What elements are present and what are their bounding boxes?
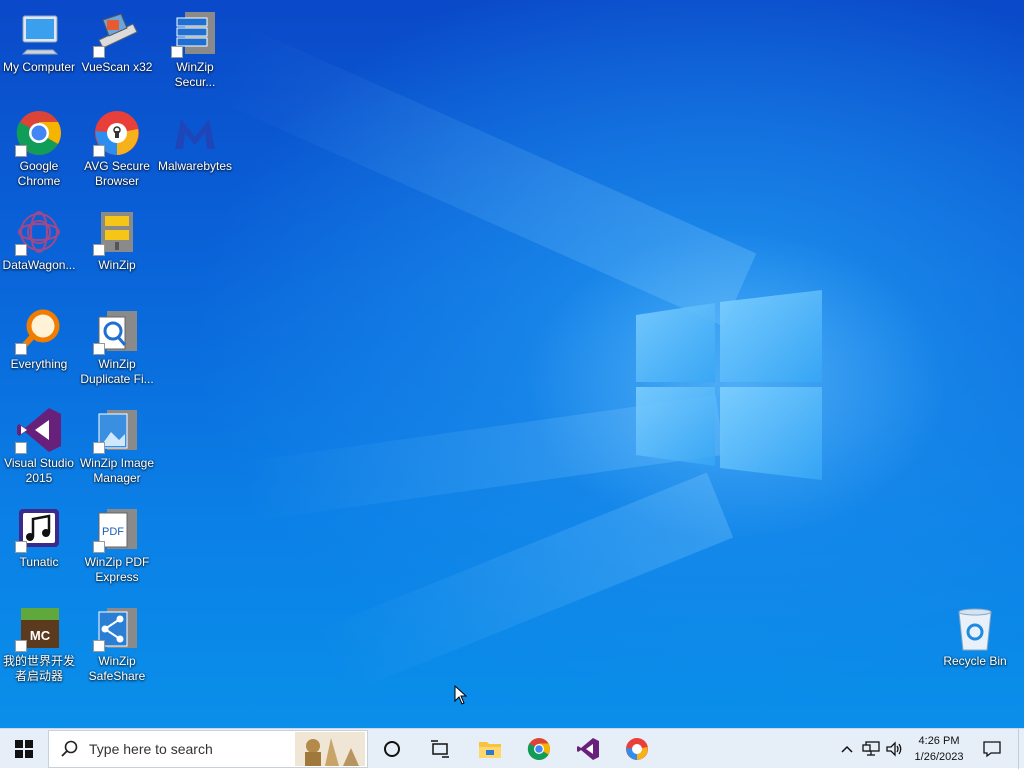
task-view-icon [431, 740, 449, 758]
search-highlight-image-icon [295, 732, 365, 766]
taskbar-file-explorer[interactable] [467, 729, 513, 769]
cortana-button[interactable] [370, 729, 414, 769]
show-desktop-button[interactable] [1018, 729, 1024, 769]
desktop-icon-winzip-duplicate[interactable]: WinZip Duplicate Fi... [78, 301, 156, 387]
desktop-icon-winzip[interactable]: WinZip [78, 202, 156, 273]
desktop-icon-avg-secure-browser[interactable]: AVG Secure Browser [78, 103, 156, 189]
chrome-icon [15, 109, 63, 157]
network-button[interactable] [860, 729, 882, 769]
scanner-icon [93, 10, 141, 58]
search-box[interactable]: Type here to search [48, 730, 368, 768]
search-icon [61, 740, 78, 757]
search-placeholder: Type here to search [89, 741, 213, 757]
notification-icon [983, 741, 1001, 758]
mouse-cursor-icon [454, 685, 468, 705]
clock[interactable]: 4:26 PM 1/26/2023 [908, 729, 970, 769]
monitor-icon [15, 10, 63, 58]
desktop-icon-winzip-safeshare[interactable]: WinZip SafeShare [78, 598, 156, 684]
desktop-icon-winzip-image-manager[interactable]: WinZip Image Manager [78, 400, 156, 486]
malwarebytes-icon [171, 109, 219, 157]
chevron-up-icon [841, 745, 853, 753]
svg-text:PDF: PDF [102, 526, 124, 538]
winzip-image-icon [93, 406, 141, 454]
show-hidden-icons-button[interactable] [836, 729, 858, 769]
file-explorer-icon [479, 742, 501, 758]
action-center-button[interactable] [976, 729, 1008, 769]
desktop-icon-google-chrome[interactable]: Google Chrome [0, 103, 78, 189]
desktop[interactable]: My Computer Google Chrome DataWagon... E… [0, 0, 1024, 728]
desktop-icon-my-computer[interactable]: My Computer [0, 4, 78, 75]
tunatic-icon [15, 505, 63, 553]
desktop-icon-everything[interactable]: Everything [0, 301, 78, 372]
everything-search-icon [15, 307, 63, 355]
network-icon [862, 741, 880, 756]
windows-logo-wallpaper [636, 290, 822, 480]
desktop-icon-tunatic[interactable]: Tunatic [0, 499, 78, 570]
desktop-icon-recycle-bin[interactable]: Recycle Bin [936, 598, 1014, 669]
cortana-icon [384, 741, 400, 757]
desktop-icon-visual-studio[interactable]: Visual Studio 2015 [0, 400, 78, 486]
winzip-pdf-icon: PDF [93, 505, 141, 553]
taskbar-visual-studio[interactable] [565, 729, 611, 769]
task-view-button[interactable] [418, 729, 462, 769]
start-icon [15, 740, 33, 758]
desktop-icon-malwarebytes[interactable]: Malwarebytes [156, 103, 234, 174]
winzip-icon [93, 208, 141, 256]
visual-studio-icon [577, 738, 599, 760]
desktop-icon-winzip-pdf-express[interactable]: PDF WinZip PDF Express [78, 499, 156, 585]
volume-button[interactable] [884, 729, 906, 769]
desktop-icon-winzip-secure[interactable]: WinZip Secur... [156, 4, 234, 90]
clock-date: 1/26/2023 [914, 751, 964, 763]
svg-text:MC: MC [30, 628, 51, 643]
desktop-icon-minecraft-launcher[interactable]: MC 我的世界开发者启动器 [0, 598, 78, 684]
desktop-icon-datawagon[interactable]: DataWagon... [0, 202, 78, 273]
avg-browser-icon [93, 109, 141, 157]
minecraft-launcher-icon: MC [15, 604, 63, 652]
winzip-duplicate-icon [93, 307, 141, 355]
speaker-icon [886, 741, 902, 757]
taskbar: Type here to search 4:26 PM 1/26/2023 [0, 728, 1024, 769]
chrome-icon [527, 738, 550, 760]
datawagon-icon [15, 208, 63, 256]
visual-studio-icon [15, 406, 63, 454]
desktop-icon-vuescan[interactable]: VueScan x32 [78, 4, 156, 75]
taskbar-avg-browser[interactable] [614, 729, 660, 769]
winzip-safeshare-icon [93, 604, 141, 652]
winzip-secure-icon [171, 10, 219, 58]
start-button[interactable] [0, 729, 48, 769]
taskbar-chrome[interactable] [516, 729, 562, 769]
clock-time: 4:26 PM [918, 735, 960, 747]
recycle-bin-icon [951, 604, 999, 652]
avg-browser-icon [626, 738, 648, 760]
